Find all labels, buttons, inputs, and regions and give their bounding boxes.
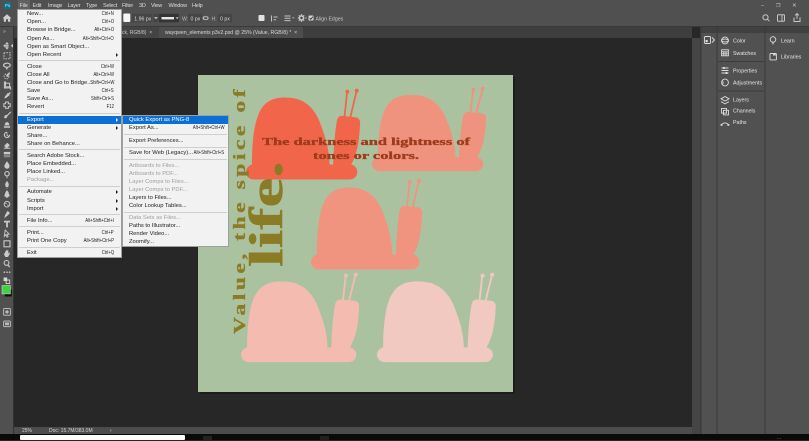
svg-text:Layers: Layers	[733, 98, 749, 104]
svg-text:»: »	[3, 29, 6, 35]
svg-text:W:: W:	[182, 16, 188, 22]
svg-text:Paths: Paths	[733, 120, 747, 126]
svg-text:0 px: 0 px	[220, 16, 230, 22]
svg-text:1.96 px: 1.96 px	[134, 16, 151, 22]
svg-text:Learn: Learn	[781, 39, 795, 45]
svg-text:0 px: 0 px	[191, 16, 201, 22]
svg-text:Libraries: Libraries	[781, 55, 802, 61]
svg-text:tones or colors.: tones or colors.	[313, 150, 419, 162]
svg-text:H:: H:	[212, 16, 217, 22]
svg-text:Channels: Channels	[733, 109, 756, 115]
svg-text:life.: life.	[240, 161, 293, 267]
svg-text:Align Edges: Align Edges	[316, 16, 344, 22]
svg-text:The darkness and lightness of: The darkness and lightness of	[262, 136, 470, 148]
svg-text:Properties: Properties	[733, 69, 757, 75]
svg-text:Color: Color	[733, 39, 746, 45]
svg-text:Swatches: Swatches	[733, 51, 756, 57]
svg-text:Adjustments: Adjustments	[733, 81, 762, 87]
